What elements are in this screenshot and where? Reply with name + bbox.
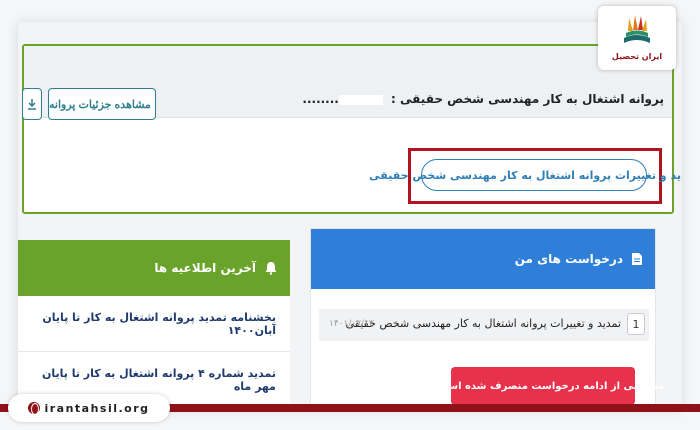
request-status-badge: متقاضی از ادامه درخواست منصرف شده است. ✖: [421, 367, 665, 405]
renew-highlight-box: تمدید و تغییرات پروانه اشتغال به کار مهن…: [369, 148, 682, 204]
screenshot-frame: پروانه اشتغال به کار مهندسی شخص حقیقی : …: [0, 0, 700, 430]
dashboard-page: پروانه اشتغال به کار مهندسی شخص حقیقی : …: [18, 22, 682, 410]
document-icon: [632, 253, 642, 265]
news-panel: آخرین اطلاعیه ها بخشنامه تمدید پروانه اش…: [18, 240, 290, 410]
close-icon: ✖: [421, 380, 430, 392]
requests-header-title: درخواست های من: [514, 252, 623, 266]
globe-icon: [28, 402, 41, 415]
requests-panel: درخواست های من 1 تمدید و تغییرات پروانه …: [310, 228, 665, 410]
download-icon: [28, 99, 36, 110]
book-logo-icon: [624, 15, 650, 43]
site-watermark: irantahsil.org: [8, 394, 170, 422]
request-row[interactable]: 1 تمدید و تغییرات پروانه اشتغال به کار م…: [319, 309, 649, 341]
requests-header: درخواست های من: [311, 229, 655, 289]
news-header: آخرین اطلاعیه ها: [18, 240, 290, 296]
view-license-details-label: مشاهده جزئیات پروانه: [49, 98, 151, 111]
news-item[interactable]: بخشنامه تمدید پروانه اشتغال به کار تا پا…: [18, 296, 290, 352]
request-date: ۱۴۰۱/۰۷/۱۳: [329, 319, 374, 329]
license-number-masked: [338, 94, 383, 105]
request-status-text: متقاضی از ادامه درخواست منصرف شده است.: [433, 380, 665, 392]
brand-logo-text: ایران تحصیل: [611, 52, 663, 61]
license-header: پروانه اشتغال به کار مهندسی شخص حقیقی : …: [22, 46, 672, 120]
brand-logo: ایران تحصیل: [598, 6, 676, 70]
renew-license-button[interactable]: تمدید و تغییرات پروانه اشتغال به کار مهن…: [369, 159, 682, 191]
license-number-dots: ........: [302, 92, 339, 106]
request-number: 1: [627, 313, 645, 335]
view-license-details-button[interactable]: مشاهده جزئیات پروانه: [48, 88, 156, 120]
request-title: تمدید و تغییرات پروانه اشتغال به کار مهن…: [345, 317, 621, 330]
license-title: پروانه اشتغال به کار مهندسی شخص حقیقی : …: [302, 92, 664, 106]
bell-icon: [265, 262, 277, 275]
site-watermark-text: irantahsil.org: [44, 401, 150, 415]
download-button[interactable]: [22, 88, 42, 120]
news-header-title: آخرین اطلاعیه ها: [154, 261, 256, 275]
license-card: پروانه اشتغال به کار مهندسی شخص حقیقی : …: [22, 44, 682, 214]
